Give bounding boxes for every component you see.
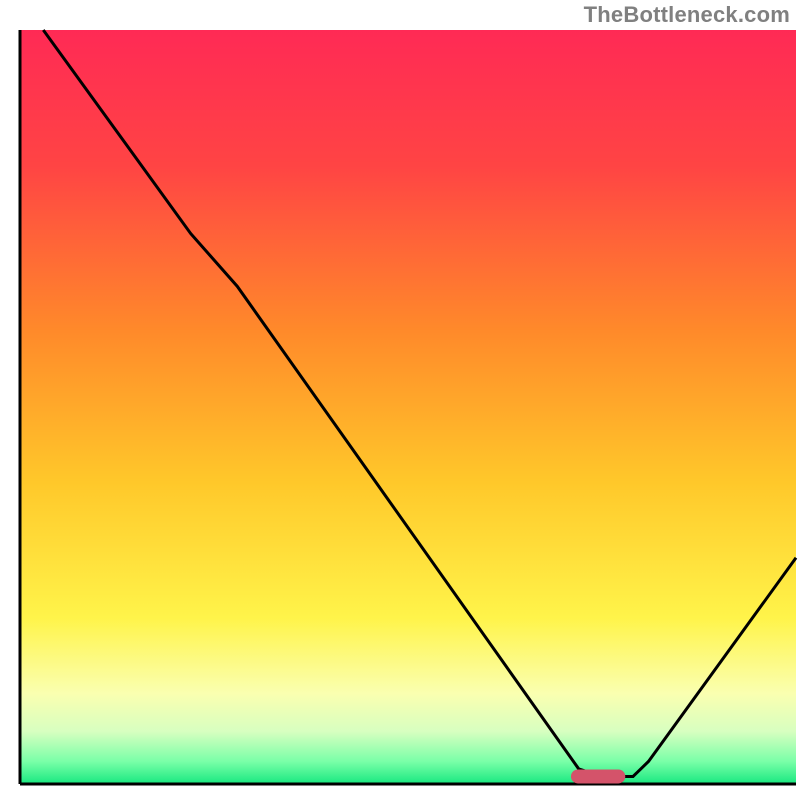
optimum-marker [571, 769, 625, 783]
plot-background [20, 30, 796, 784]
chart-container: TheBottleneck.com [0, 0, 800, 800]
bottleneck-chart [0, 0, 800, 800]
